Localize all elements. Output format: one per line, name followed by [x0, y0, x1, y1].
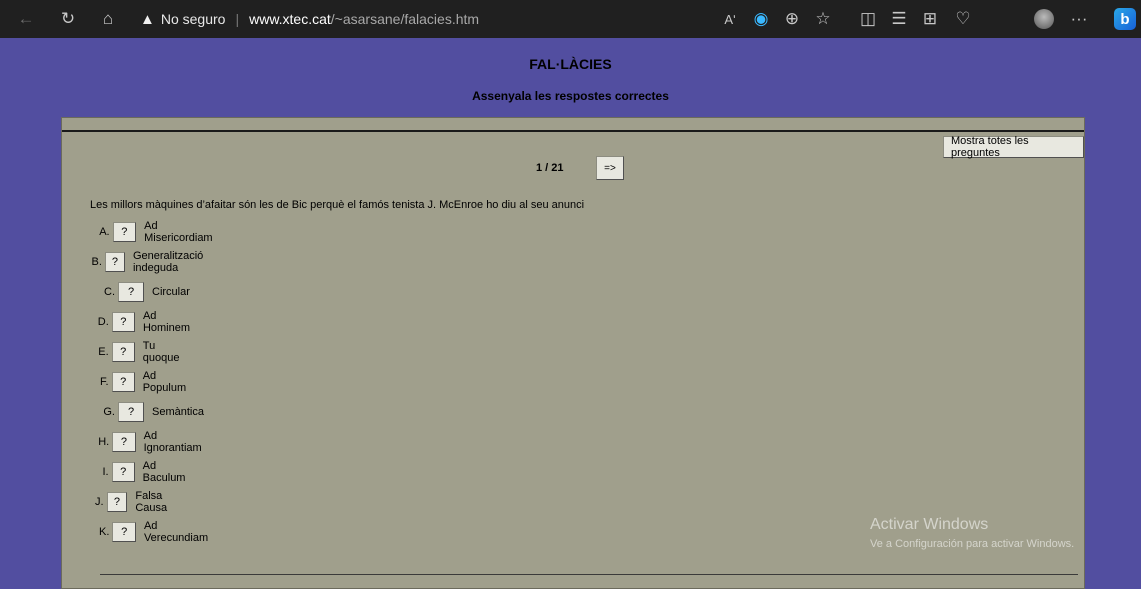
extension-icon[interactable]: ◉ — [749, 0, 773, 38]
option-row: E. ? Tu quoque — [62, 340, 189, 364]
option-row: A. ? Ad Misericordiam — [62, 220, 220, 244]
option-label: Ad Misericordiam — [144, 220, 213, 244]
zoom-icon[interactable]: ⊕ — [780, 0, 804, 38]
option-toggle-button[interactable]: ? — [111, 462, 135, 482]
address-bar[interactable]: ▲ No seguro | www.xtec.cat /~asarsane/fa… — [140, 7, 705, 31]
option-label: Semàntica — [152, 406, 204, 418]
health-icon[interactable]: ♡ — [951, 0, 975, 38]
option-letter: C. — [104, 286, 115, 298]
option-label: Ad Populum — [142, 370, 187, 394]
option-toggle-button[interactable]: ? — [112, 432, 136, 452]
option-label: Ad Ignorantiam — [143, 430, 202, 454]
option-label: Tu quoque — [142, 340, 180, 364]
show-all-questions-button[interactable]: Mostra totes les preguntes — [943, 135, 1084, 159]
option-row: H. ? Ad Ignorantiam — [62, 430, 210, 454]
page-title: FAL·LÀCIES — [529, 56, 612, 72]
option-label: Falsa Causa — [135, 490, 168, 514]
option-toggle-button[interactable]: ? — [118, 402, 144, 422]
collections-icon[interactable]: ⊞ — [918, 0, 942, 38]
read-aloud-icon[interactable]: Aʹ — [718, 0, 742, 38]
page-subtitle: Assenyala les respostes correctes — [472, 89, 669, 103]
question-counter: 1 / 21 — [536, 162, 564, 174]
question-text: Les millors màquines d’afaitar són les d… — [90, 199, 585, 211]
browser-toolbar: ← ↻ ⌂ ▲ No seguro | www.xtec.cat /~asars… — [0, 0, 1141, 38]
option-letter: B. — [91, 256, 102, 268]
option-letter: I. — [102, 466, 109, 478]
url-path: /~asarsane/falacies.htm — [330, 11, 480, 27]
url-host: www.xtec.cat — [249, 11, 331, 27]
option-toggle-button[interactable]: ? — [111, 372, 135, 392]
option-row: G. ? Semàntica — [62, 402, 204, 422]
option-letter: F. — [100, 376, 109, 388]
option-toggle-button[interactable]: ? — [111, 342, 135, 362]
favorites-list-icon[interactable]: ☰ — [887, 0, 911, 38]
option-row: J. ? Falsa Causa — [62, 490, 184, 514]
option-letter: G. — [103, 406, 115, 418]
option-label: Ad Hominem — [142, 310, 191, 334]
option-row: B. ? Generalització indeguda — [62, 250, 222, 274]
option-label: Generalització indeguda — [132, 250, 204, 274]
more-menu-icon[interactable]: ··· — [1067, 0, 1091, 38]
next-question-button[interactable]: => — [596, 156, 624, 180]
favorite-star-icon[interactable]: ☆ — [811, 0, 835, 38]
reload-icon[interactable]: ↻ — [56, 0, 80, 38]
option-toggle-button[interactable]: ? — [112, 222, 137, 242]
option-toggle-button[interactable]: ? — [104, 252, 125, 272]
split-screen-icon[interactable]: ◫ — [856, 0, 880, 38]
option-row: K. ? Ad Verecundiam — [62, 520, 216, 544]
panel-divider — [62, 130, 1084, 132]
option-label: Ad Verecundiam — [143, 520, 209, 544]
watermark-title: Activar Windows — [870, 516, 989, 533]
option-letter: D. — [97, 316, 109, 328]
panel-bottom-divider — [100, 574, 1078, 575]
option-row: I. ? Ad Baculum — [62, 460, 195, 484]
option-letter: A. — [99, 226, 110, 238]
security-status: No seguro — [160, 11, 226, 27]
home-icon[interactable]: ⌂ — [96, 0, 120, 38]
profile-avatar[interactable] — [1034, 9, 1054, 29]
windows-activation-watermark: Activar Windows Ve a Configuración para … — [870, 516, 1074, 550]
option-letter: J. — [94, 496, 104, 508]
option-letter: E. — [98, 346, 109, 358]
option-row: F. ? Ad Populum — [62, 370, 195, 394]
option-toggle-button[interactable]: ? — [112, 522, 136, 542]
option-letter: K. — [99, 526, 110, 538]
option-label: Ad Baculum — [142, 460, 186, 484]
option-label: Circular — [152, 286, 190, 298]
option-toggle-button[interactable]: ? — [118, 282, 144, 302]
option-row: C. ? Circular — [62, 282, 190, 302]
back-arrow-icon[interactable]: ← — [14, 0, 38, 38]
bing-copilot-icon[interactable]: b — [1114, 8, 1136, 30]
option-toggle-button[interactable]: ? — [106, 492, 128, 512]
address-separator: | — [235, 11, 240, 27]
option-letter: H. — [98, 436, 110, 448]
option-toggle-button[interactable]: ? — [111, 312, 135, 332]
warning-icon: ▲ — [140, 10, 155, 28]
watermark-subtitle: Ve a Configuración para activar Windows. — [870, 538, 1075, 550]
option-row: D. ? Ad Hominem — [62, 310, 199, 334]
